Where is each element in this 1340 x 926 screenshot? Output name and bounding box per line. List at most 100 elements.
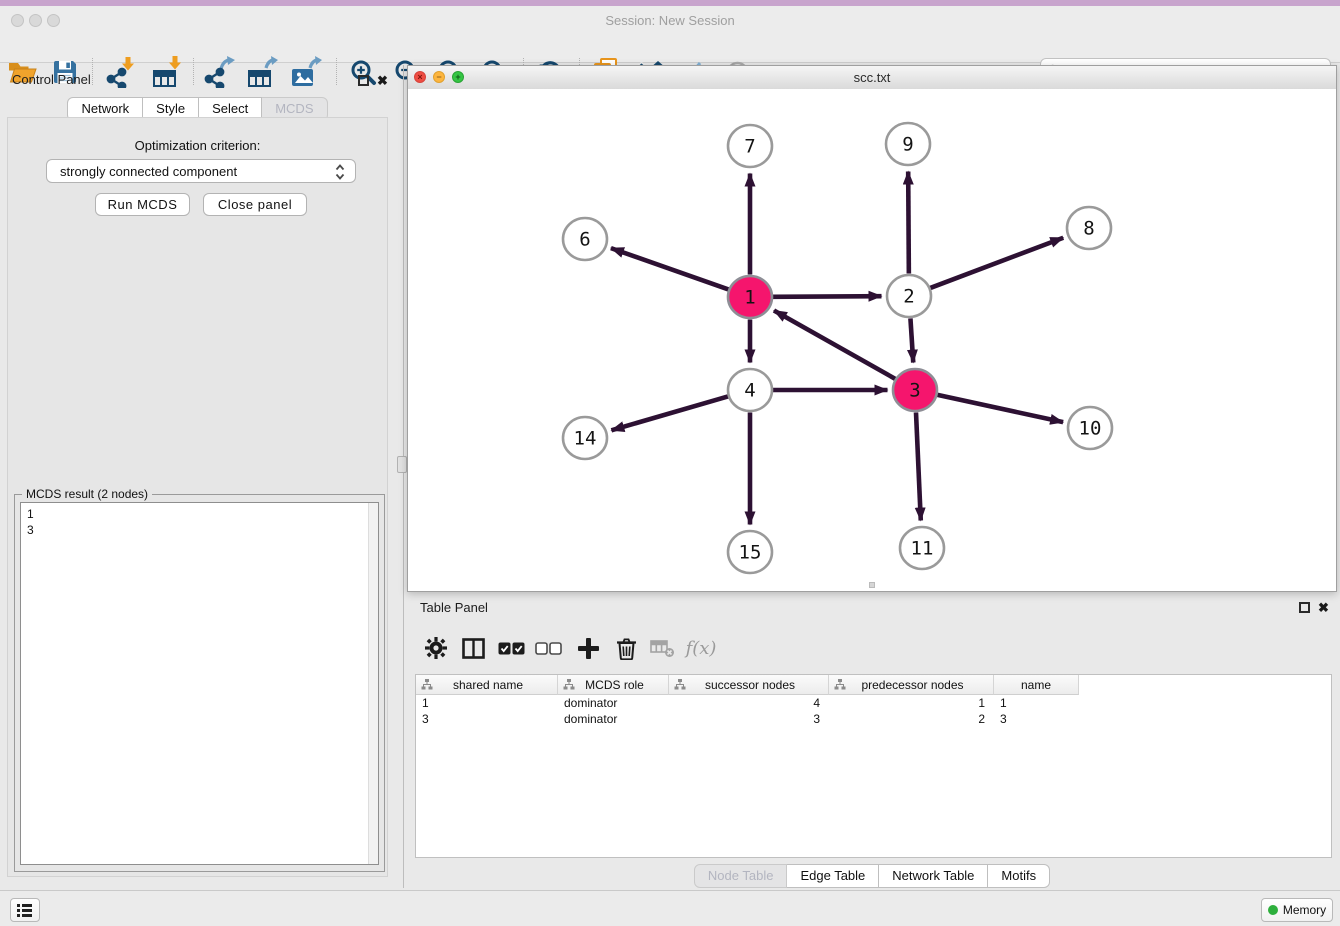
import-table-icon[interactable] xyxy=(150,55,184,89)
close-panel-button[interactable]: Close panel xyxy=(203,193,307,216)
graph-node-15[interactable]: 15 xyxy=(728,531,772,573)
svg-text:14: 14 xyxy=(574,428,597,450)
vertical-splitter[interactable] xyxy=(403,65,404,888)
table-panel-float-icon[interactable] xyxy=(1299,602,1310,613)
add-row-icon[interactable] xyxy=(570,630,606,666)
mcds-panel: Optimization criterion: strongly connect… xyxy=(7,117,388,877)
node-table[interactable]: shared nameMCDS rolesuccessor nodesprede… xyxy=(415,674,1332,858)
table-cell[interactable]: 4 xyxy=(669,696,829,710)
graph-node-9[interactable]: 9 xyxy=(886,123,930,165)
splitter-handle[interactable] xyxy=(397,456,407,473)
svg-text:1: 1 xyxy=(744,287,755,309)
graph-edge-3-10[interactable] xyxy=(937,395,1063,422)
delete-table-icon xyxy=(644,630,680,666)
network-window-title: scc.txt xyxy=(408,70,1336,85)
column-header-name[interactable]: name xyxy=(994,675,1079,695)
control-panel-title: Control Panel xyxy=(12,72,91,87)
svg-text:2: 2 xyxy=(903,286,914,308)
column-header-shared-name[interactable]: shared name xyxy=(416,675,558,695)
graph-node-4[interactable]: 4 xyxy=(728,369,772,411)
graph-edge-4-14[interactable] xyxy=(611,396,728,430)
show-columns-icon[interactable] xyxy=(455,630,491,666)
memory-button[interactable]: Memory xyxy=(1261,898,1333,922)
svg-text:11: 11 xyxy=(911,538,934,560)
optimization-criterion-label: Optimization criterion: xyxy=(8,138,387,153)
export-network-icon[interactable] xyxy=(202,55,236,89)
control-panel-close-icon[interactable]: ✖ xyxy=(377,73,388,89)
mcds-result-title: MCDS result (2 nodes) xyxy=(22,487,152,501)
table-cell[interactable]: 3 xyxy=(669,712,829,726)
table-cell[interactable]: 3 xyxy=(994,712,1079,726)
mcds-result-scrollbar[interactable] xyxy=(368,503,378,864)
task-history-button[interactable] xyxy=(10,898,40,922)
table-cell[interactable]: 2 xyxy=(829,712,994,726)
criterion-value: strongly connected component xyxy=(60,164,237,179)
control-panel-float-icon[interactable] xyxy=(358,75,369,86)
export-table-icon[interactable] xyxy=(245,55,279,89)
svg-text:3: 3 xyxy=(909,380,920,402)
column-header-successor-nodes[interactable]: successor nodes xyxy=(669,675,829,695)
network-resize-handle[interactable] xyxy=(869,582,875,588)
mcds-result-textarea[interactable]: 13 xyxy=(20,502,379,865)
select-all-icon[interactable] xyxy=(493,630,529,666)
graph-node-7[interactable]: 7 xyxy=(728,125,772,167)
network-view-window: × − + scc.txt 1 2 3 4 6 7 8 9 10 11 14 15 xyxy=(407,65,1337,592)
table-cell[interactable]: 1 xyxy=(994,696,1079,710)
graph-edge-2-3[interactable] xyxy=(910,318,913,362)
network-window-titlebar[interactable]: × − + scc.txt xyxy=(408,66,1336,90)
table-cell[interactable]: 1 xyxy=(416,696,558,710)
graph-node-3[interactable]: 3 xyxy=(893,369,937,411)
tab-motifs[interactable]: Motifs xyxy=(988,864,1050,888)
toolbar-separator xyxy=(336,58,337,85)
graph-node-11[interactable]: 11 xyxy=(900,527,944,569)
graph-node-14[interactable]: 14 xyxy=(563,417,607,459)
import-network-icon[interactable] xyxy=(103,55,137,89)
mcds-result-group: MCDS result (2 nodes) 13 xyxy=(14,494,385,872)
mcds-result-line: 3 xyxy=(27,522,372,538)
table-cell[interactable]: 3 xyxy=(416,712,558,726)
graph-edge-1-6[interactable] xyxy=(611,248,729,289)
table-cell[interactable]: 1 xyxy=(829,696,994,710)
table-cell[interactable]: dominator xyxy=(558,712,669,726)
table-panel-close-icon[interactable]: ✖ xyxy=(1318,600,1329,616)
svg-text:9: 9 xyxy=(902,134,913,156)
tab-edge-table[interactable]: Edge Table xyxy=(787,864,879,888)
table-row[interactable]: 3dominator323 xyxy=(416,711,1331,727)
svg-text:4: 4 xyxy=(744,380,755,402)
graph-edge-2-9[interactable] xyxy=(908,171,909,273)
tab-network-table[interactable]: Network Table xyxy=(879,864,988,888)
application-window: Session: New Session xyxy=(0,0,1340,926)
table-header-row: shared nameMCDS rolesuccessor nodesprede… xyxy=(416,675,1331,695)
network-canvas[interactable]: 1 2 3 4 6 7 8 9 10 11 14 15 xyxy=(408,89,1336,591)
memory-label: Memory xyxy=(1283,903,1326,917)
export-image-icon[interactable] xyxy=(289,55,323,89)
toolbar-separator xyxy=(193,58,194,85)
column-header-mcds-role[interactable]: MCDS role xyxy=(558,675,669,695)
graph-edge-3-1[interactable] xyxy=(774,311,895,379)
column-header-predecessor-nodes[interactable]: predecessor nodes xyxy=(829,675,994,695)
criterion-dropdown[interactable]: strongly connected component xyxy=(46,159,356,183)
graph-node-8[interactable]: 8 xyxy=(1067,207,1111,249)
graph-node-2[interactable]: 2 xyxy=(887,275,931,317)
delete-row-icon[interactable] xyxy=(608,630,644,666)
main-toolbar xyxy=(0,27,1340,63)
table-row[interactable]: 1dominator411 xyxy=(416,695,1331,711)
graph-node-10[interactable]: 10 xyxy=(1068,407,1112,449)
table-panel-title: Table Panel xyxy=(420,600,488,615)
graph-edge-3-11[interactable] xyxy=(916,412,921,520)
table-panel-tabs: Node TableEdge TableNetwork TableMotifs xyxy=(407,864,1337,888)
function-builder-icon: f(x) xyxy=(683,630,719,666)
run-mcds-button[interactable]: Run MCDS xyxy=(95,193,190,216)
tab-node-table[interactable]: Node Table xyxy=(694,864,788,888)
graph-node-1[interactable]: 1 xyxy=(728,276,772,318)
graph-edge-2-8[interactable] xyxy=(930,238,1063,288)
graph-node-6[interactable]: 6 xyxy=(563,218,607,260)
table-cell[interactable]: dominator xyxy=(558,696,669,710)
status-bar: Memory xyxy=(0,890,1340,926)
graph-edge-1-2[interactable] xyxy=(772,296,881,297)
table-body: 1dominator4113dominator323 xyxy=(416,695,1331,727)
deselect-all-icon[interactable] xyxy=(530,630,566,666)
titlebar: Session: New Session xyxy=(0,6,1340,27)
table-settings-icon[interactable] xyxy=(418,630,454,666)
svg-text:10: 10 xyxy=(1079,418,1102,440)
